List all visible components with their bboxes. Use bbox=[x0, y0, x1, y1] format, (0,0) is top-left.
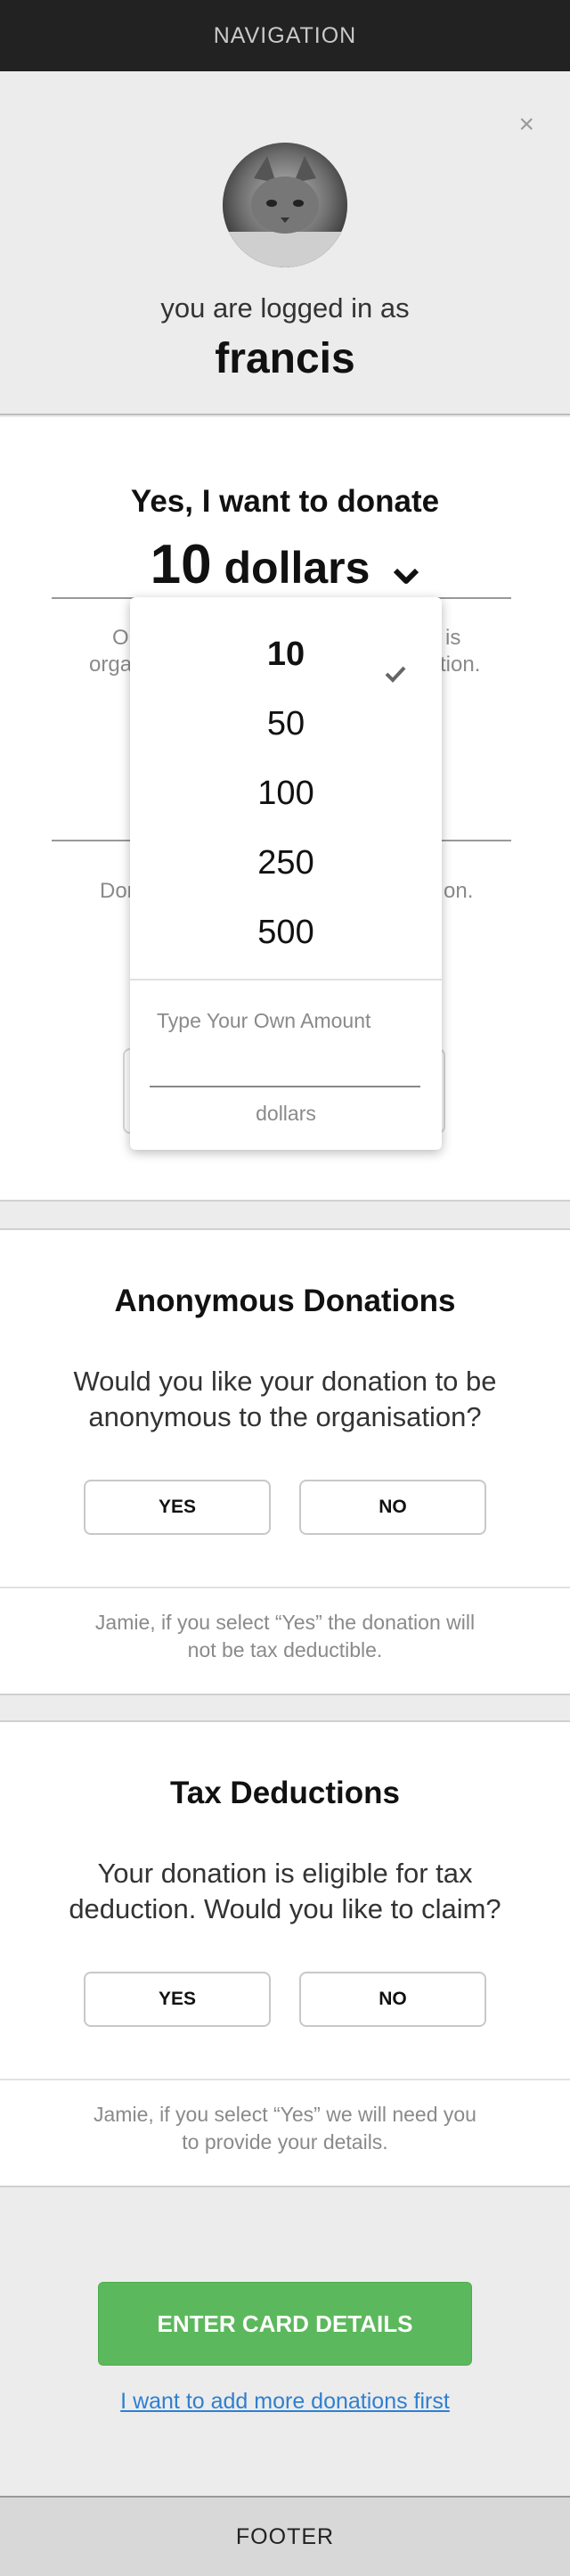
anonymous-no-button[interactable]: NO bbox=[299, 1480, 486, 1535]
tax-no-button[interactable]: NO bbox=[299, 1972, 486, 2027]
amount-value: 10 bbox=[150, 534, 212, 595]
obscured-text: orga bbox=[89, 652, 133, 677]
navigation-title: NAVIGATION bbox=[213, 22, 357, 48]
close-icon[interactable]: × bbox=[518, 111, 534, 138]
card-divider bbox=[0, 2079, 570, 2080]
chevron-down-icon bbox=[393, 546, 419, 597]
obscured-text: tion. bbox=[440, 652, 481, 677]
add-more-donations-link[interactable]: I want to add more donations first bbox=[0, 2389, 570, 2415]
footer: FOOTER bbox=[0, 2496, 570, 2576]
amount-option-500[interactable]: 500 bbox=[130, 906, 442, 959]
amount-option-10[interactable]: 10 bbox=[130, 628, 442, 683]
avatar bbox=[223, 143, 347, 267]
tax-yes-button[interactable]: YES bbox=[84, 1972, 271, 2027]
checkmark-icon bbox=[385, 645, 406, 699]
avatar-cat-image bbox=[223, 143, 347, 267]
amount-option-50[interactable]: 50 bbox=[130, 697, 442, 751]
dropdown-divider bbox=[130, 979, 442, 980]
anonymous-question: Would you like your donation to be anony… bbox=[73, 1366, 497, 1432]
profile-header: × you are logged in as francis bbox=[0, 71, 570, 415]
anonymous-note: Jamie, if you select “Yes” the donation … bbox=[94, 1611, 476, 1661]
username: francis bbox=[215, 335, 355, 382]
tax-question: Your donation is eligible for tax deduct… bbox=[69, 1858, 501, 1924]
amount-option-250[interactable]: 250 bbox=[130, 836, 442, 890]
tax-title: Tax Deductions bbox=[169, 1776, 400, 1810]
anonymous-yes-button[interactable]: YES bbox=[84, 1480, 271, 1535]
obscured-text: on. bbox=[444, 879, 474, 903]
custom-amount-unit: dollars bbox=[256, 1102, 316, 1125]
tax-note: Jamie, if you select “Yes” we will need … bbox=[94, 2103, 476, 2154]
obscured-text: is bbox=[445, 626, 461, 650]
navigation-bar: NAVIGATION bbox=[0, 0, 570, 71]
custom-amount-input[interactable] bbox=[150, 1052, 420, 1087]
custom-amount-label: Type Your Own Amount bbox=[157, 1009, 371, 1032]
amount-dropdown-menu: 10 50 100 250 500 Type Your Own Amount d… bbox=[130, 597, 442, 1150]
footer-label: FOOTER bbox=[235, 2523, 335, 2549]
anonymous-donations-card: Anonymous Donations Would you like your … bbox=[0, 1228, 570, 1695]
amount-select[interactable]: 10 dollars bbox=[0, 533, 570, 597]
card-divider bbox=[0, 1587, 570, 1588]
tax-deductions-card: Tax Deductions Your donation is eligible… bbox=[0, 1720, 570, 2187]
obscured-text: O bbox=[112, 626, 129, 650]
amount-unit: dollars bbox=[224, 543, 370, 593]
amount-option-100[interactable]: 100 bbox=[130, 767, 442, 820]
logged-in-label: you are logged in as bbox=[160, 292, 410, 324]
anonymous-title: Anonymous Donations bbox=[114, 1284, 456, 1318]
donate-title: Yes, I want to donate bbox=[130, 484, 440, 519]
enter-card-details-button[interactable]: ENTER CARD DETAILS bbox=[98, 2282, 472, 2366]
